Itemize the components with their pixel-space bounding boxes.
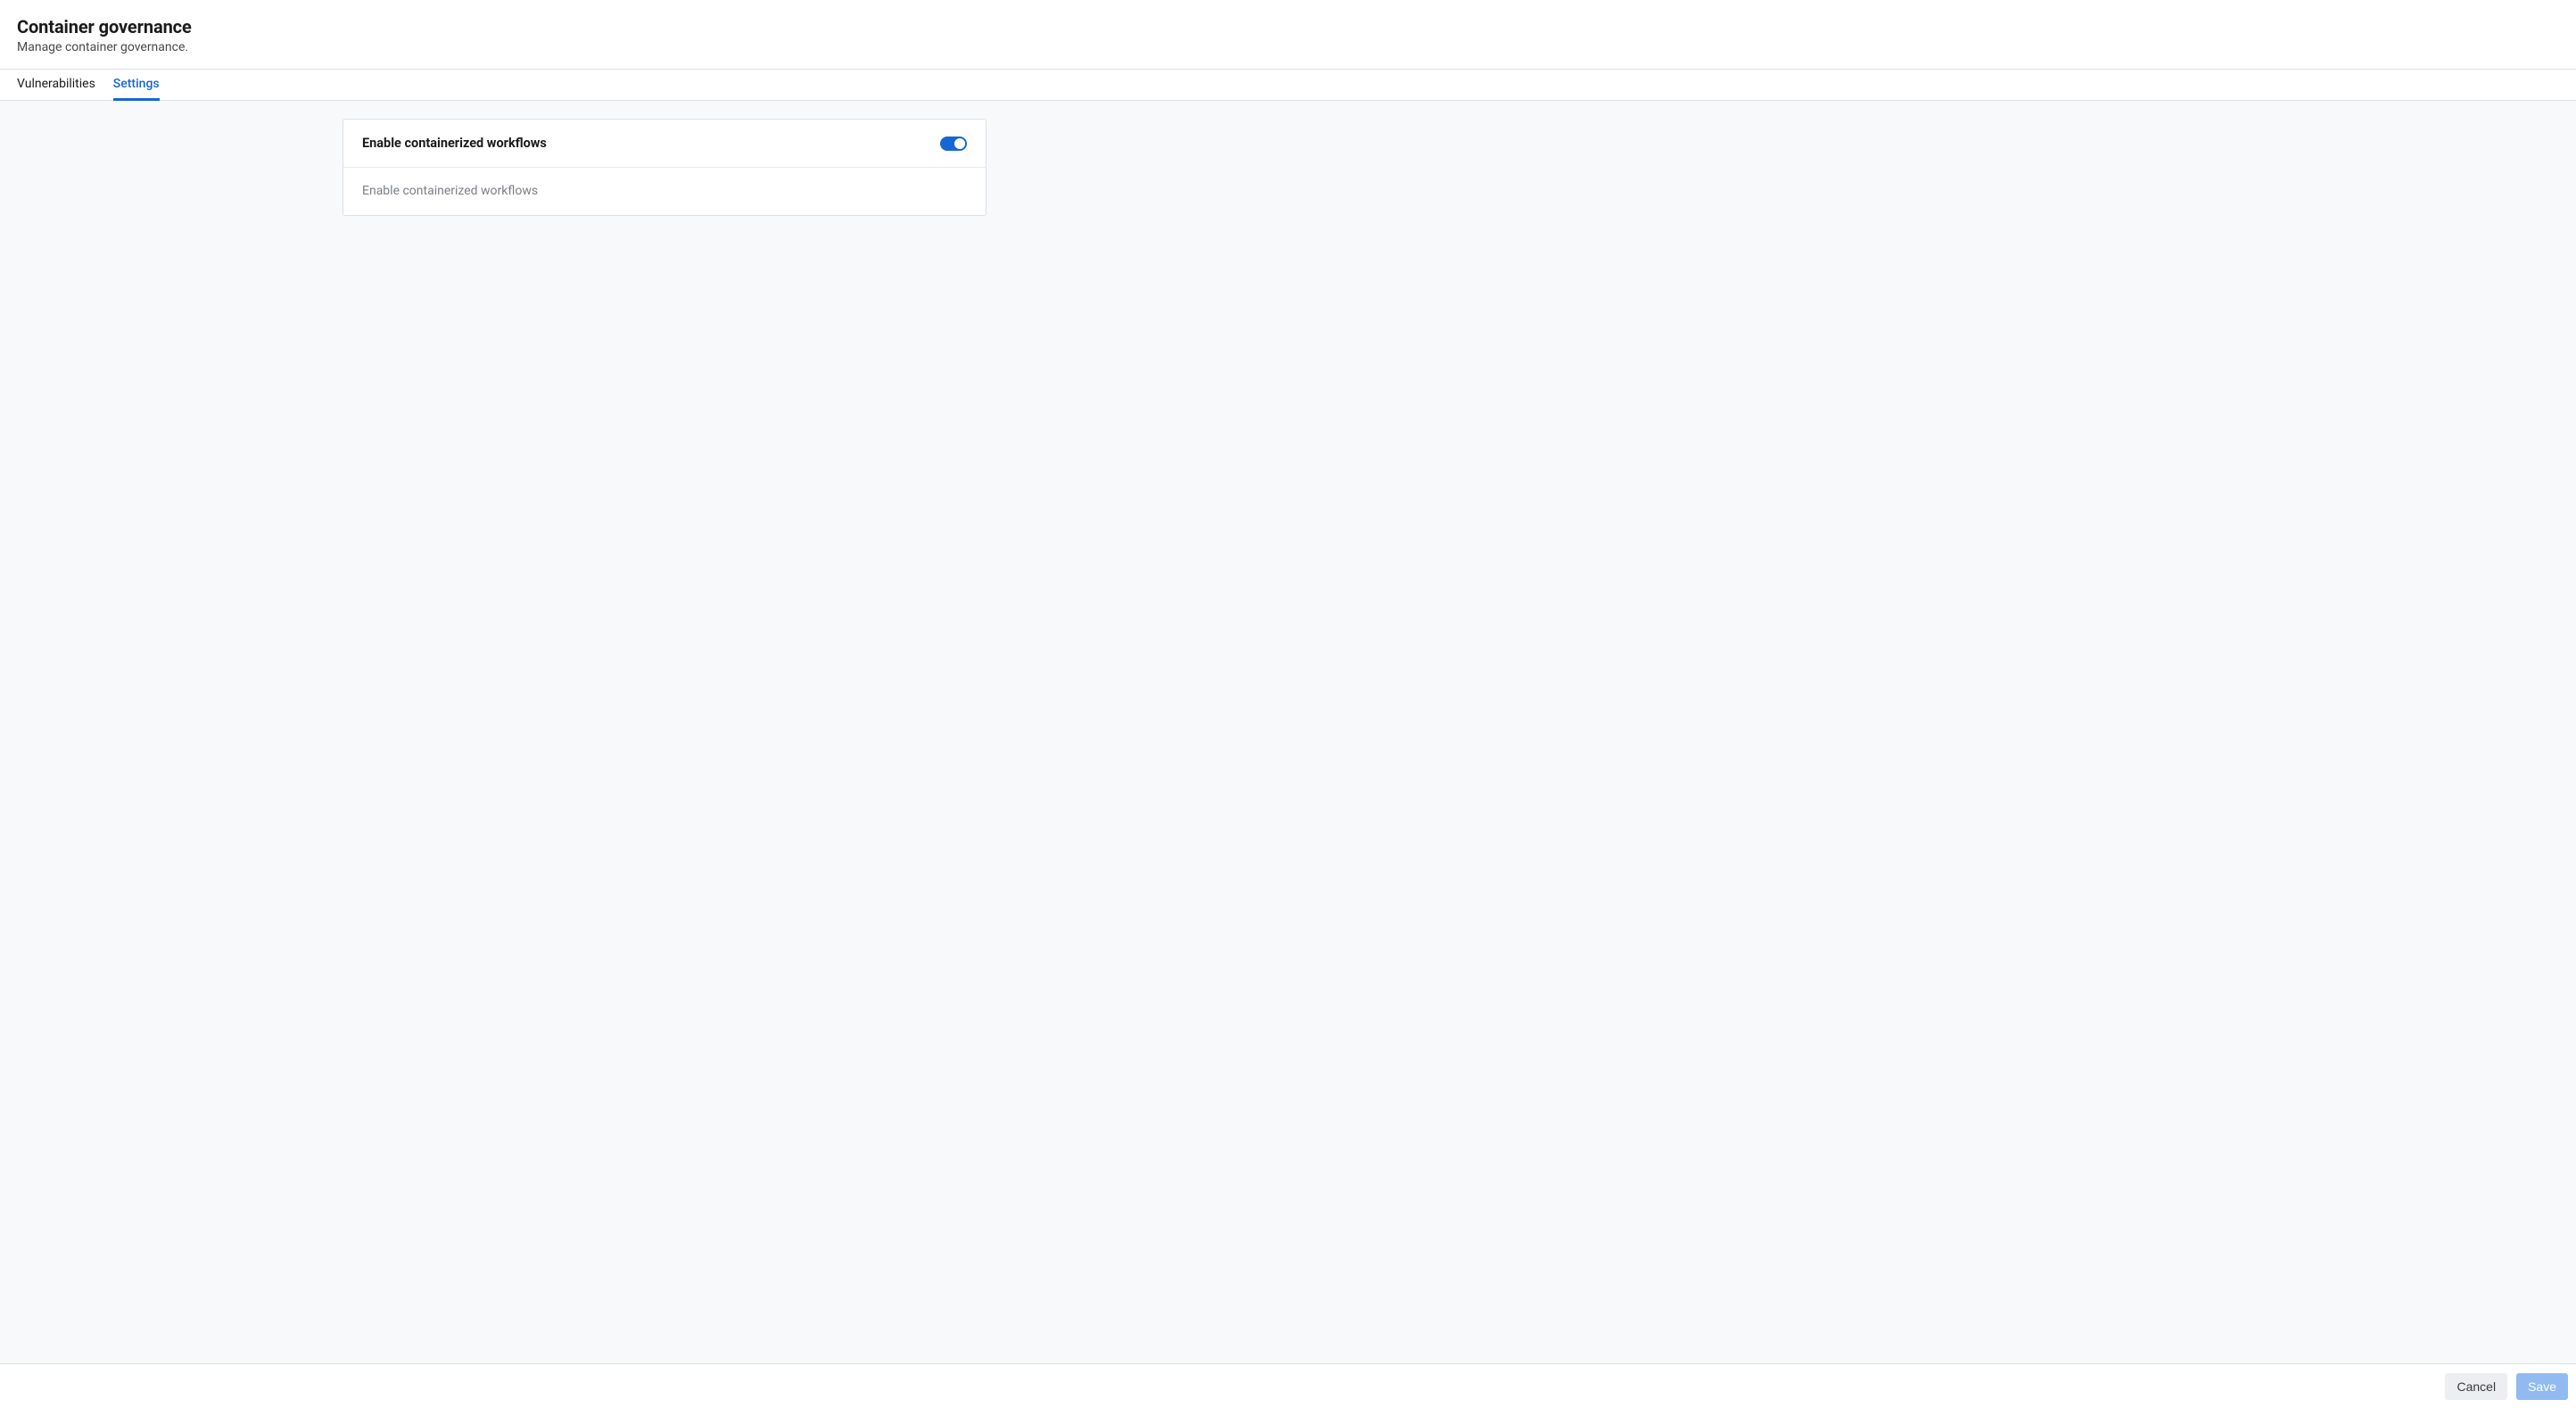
page-header: Container governance Manage container go… (0, 0, 2576, 69)
enable-workflows-toggle[interactable] (940, 137, 967, 151)
tab-vulnerabilities[interactable]: Vulnerabilities (17, 70, 95, 101)
settings-card-body: Enable containerized workflows (343, 168, 986, 215)
save-button[interactable]: Save (2516, 1373, 2568, 1400)
page-subtitle: Manage container governance. (17, 40, 2559, 54)
footer-bar: Cancel Save (0, 1363, 2576, 1408)
cancel-button[interactable]: Cancel (2445, 1373, 2507, 1400)
content-area: Enable containerized workflows Enable co… (0, 101, 2576, 1363)
enable-workflows-title: Enable containerized workflows (362, 136, 547, 151)
settings-card-header: Enable containerized workflows (343, 120, 986, 168)
tab-bar: Vulnerabilities Settings (0, 70, 2576, 101)
settings-card: Enable containerized workflows Enable co… (343, 119, 987, 216)
tab-settings[interactable]: Settings (113, 70, 160, 101)
page-title: Container governance (17, 16, 2559, 38)
toggle-knob (954, 138, 965, 149)
